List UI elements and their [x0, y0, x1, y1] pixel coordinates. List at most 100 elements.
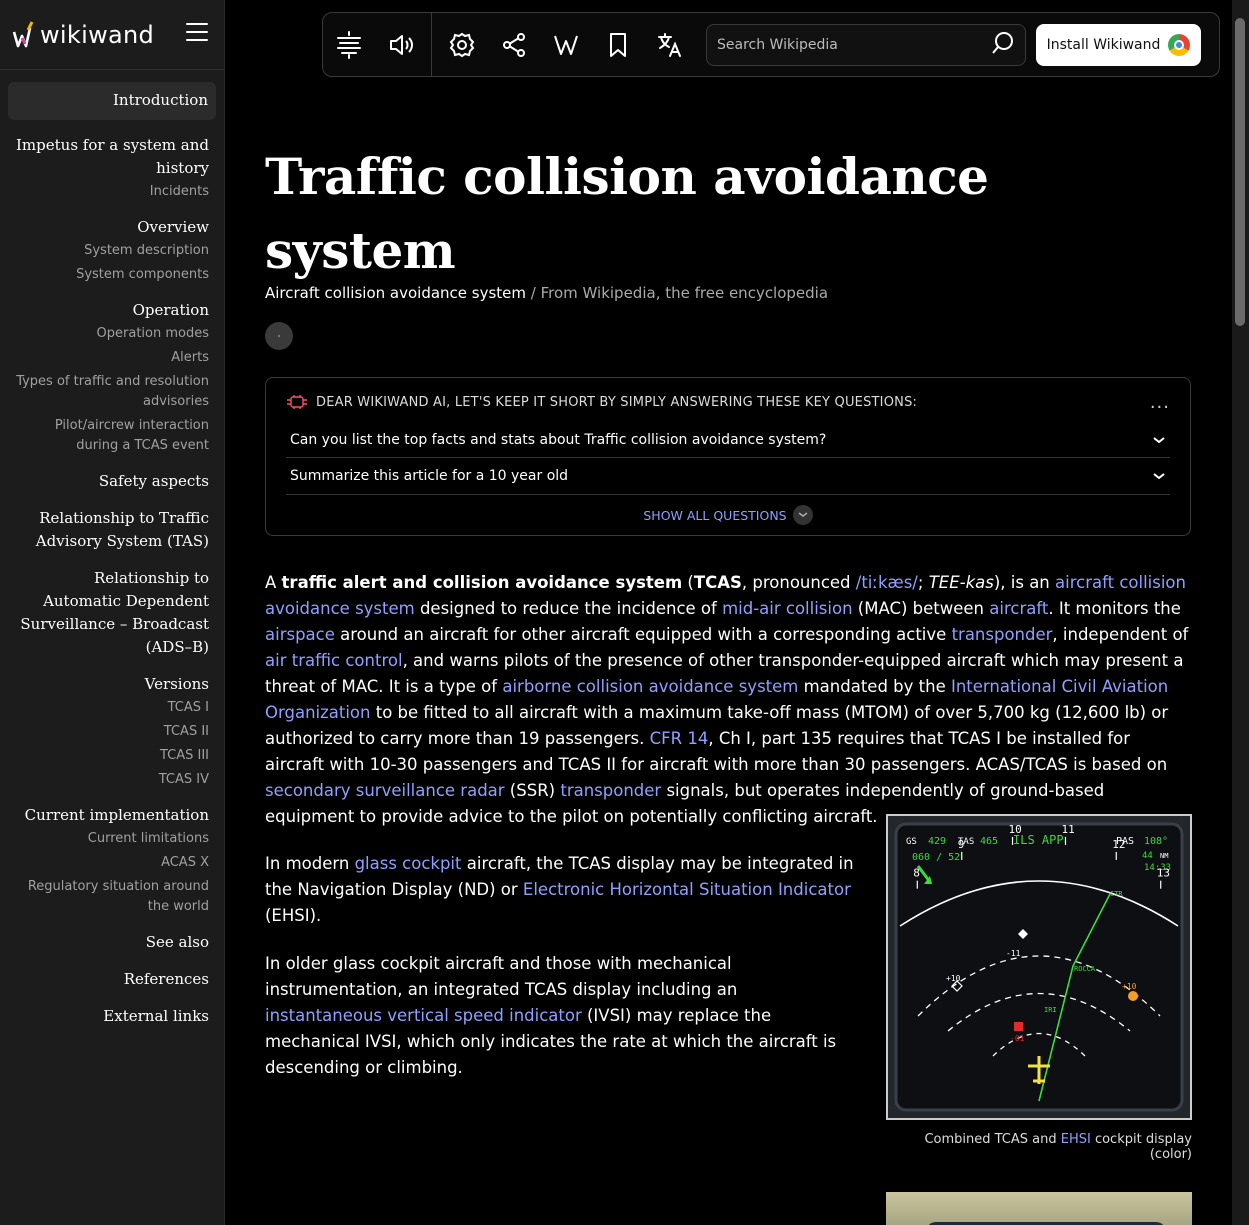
- svg-text:44: 44: [1142, 851, 1153, 861]
- hamburger-menu-icon[interactable]: [186, 23, 208, 43]
- wikiwand-logo-icon[interactable]: [12, 20, 34, 50]
- chevron-down-icon: [1153, 473, 1165, 480]
- figure-column: GS 429 TAS 465 ILS APP PAS 108° 060 / 52…: [886, 814, 1192, 1225]
- article-link[interactable]: mid-air collision: [722, 599, 852, 618]
- toc-section[interactable]: Overview: [8, 216, 216, 239]
- second-figure-image[interactable]: [886, 1192, 1192, 1225]
- toc-subsection[interactable]: Types of traffic and resolution advisori…: [8, 372, 216, 412]
- toc-subsection[interactable]: System components: [8, 265, 216, 285]
- toc-subsection[interactable]: Regulatory situation around the world: [8, 877, 216, 917]
- toc-subsection[interactable]: TCAS II: [8, 722, 216, 742]
- wikipedia-icon[interactable]: [540, 13, 592, 76]
- article-link[interactable]: airspace: [265, 625, 335, 644]
- text-run: (EHSI).: [265, 906, 322, 925]
- article-link[interactable]: glass cockpit: [355, 854, 462, 873]
- article-link[interactable]: CFR 14: [650, 729, 709, 748]
- svg-text:429: 429: [928, 836, 946, 847]
- article-link[interactable]: Electronic Horizontal Situation Indicato…: [523, 880, 851, 899]
- toc-section[interactable]: Versions: [8, 673, 216, 696]
- toc-section[interactable]: Impetus for a system and history: [8, 134, 216, 180]
- article-link[interactable]: /tiːkæs/: [856, 573, 918, 592]
- scrollbar[interactable]: [1232, 0, 1249, 1225]
- svg-text:NM: NM: [1160, 852, 1168, 860]
- toc-section[interactable]: References: [8, 968, 216, 991]
- bold-text: TCAS: [693, 573, 742, 592]
- ai-chip-icon: [287, 395, 307, 409]
- caption-text: Combined TCAS and: [924, 1132, 1061, 1147]
- toc-subsection[interactable]: System description: [8, 241, 216, 261]
- article-link[interactable]: instantaneous vertical speed indicator: [265, 1006, 582, 1025]
- article-link[interactable]: air traffic control: [265, 651, 403, 670]
- toc-subsection[interactable]: TCAS III: [8, 746, 216, 766]
- translate-icon[interactable]: [644, 13, 696, 76]
- toc-section[interactable]: Relationship to Traffic Advisory System …: [8, 507, 216, 553]
- ai-question-item[interactable]: Can you list the top facts and stats abo…: [286, 422, 1170, 458]
- toc-section[interactable]: External links: [8, 1005, 216, 1028]
- subtitle-source: / From Wikipedia, the free encyclopedia: [526, 284, 829, 302]
- svg-text:060 / 52: 060 / 52: [912, 852, 960, 863]
- toc-section[interactable]: Operation: [8, 299, 216, 322]
- ai-questions-header: DEAR WIKIWAND AI, LET'S KEEP IT SHORT BY…: [286, 394, 1170, 410]
- article-link[interactable]: aircraft: [989, 599, 1048, 618]
- search-input[interactable]: [717, 36, 991, 53]
- compass-label: 10: [1009, 823, 1022, 836]
- svg-text:CTR: CTR: [1110, 890, 1123, 898]
- toc-subsection[interactable]: Operation modes: [8, 324, 216, 344]
- logo-text[interactable]: wikiwand: [40, 21, 154, 49]
- toc-subsection[interactable]: Current limitations: [8, 829, 216, 849]
- toc-subsection[interactable]: TCAS IV: [8, 770, 216, 790]
- text-run: ), is an: [993, 573, 1056, 592]
- listen-icon[interactable]: [375, 13, 427, 76]
- caption-link-ehsi[interactable]: EHSI: [1061, 1132, 1091, 1147]
- scrollbar-thumb[interactable]: [1235, 18, 1245, 326]
- article-link[interactable]: airborne collision avoidance system: [502, 677, 798, 696]
- toc-subsection[interactable]: Incidents: [8, 182, 216, 202]
- search-icon[interactable]: [991, 31, 1015, 59]
- text-run: (: [682, 573, 694, 592]
- compass-label: 9: [958, 838, 965, 851]
- bookmark-icon[interactable]: [592, 13, 644, 76]
- toc-subsection[interactable]: Alerts: [8, 348, 216, 368]
- text-run: ;: [917, 573, 929, 592]
- toc-subsection[interactable]: ACAS X: [8, 853, 216, 873]
- settings-icon[interactable]: [436, 13, 488, 76]
- text-run: In older glass cockpit aircraft and thos…: [265, 954, 738, 999]
- toc-section[interactable]: See also: [8, 931, 216, 954]
- install-wikiwand-button[interactable]: Install Wikiwand: [1036, 23, 1201, 66]
- italic-text: TEE-kas: [928, 573, 994, 592]
- ai-question-item[interactable]: Summarize this article for a 10 year old: [286, 458, 1170, 494]
- text-settings-icon[interactable]: [323, 13, 375, 76]
- svg-text:-11: -11: [1006, 949, 1021, 958]
- toc-subsection[interactable]: TCAS I: [8, 698, 216, 718]
- chevron-down-icon: [1153, 436, 1165, 443]
- loading-indicator: [265, 322, 293, 350]
- text-run: , pronounced: [741, 573, 856, 592]
- toc-section[interactable]: Safety aspects: [8, 470, 216, 493]
- article-paragraph: In modern glass cockpit aircraft, the TC…: [265, 851, 855, 929]
- toc-section[interactable]: Introduction: [8, 82, 216, 120]
- chevron-down-icon: [792, 505, 813, 525]
- article-link[interactable]: transponder: [952, 625, 1053, 644]
- toc-subsection[interactable]: Pilot/aircrew interaction during a TCAS …: [8, 416, 216, 456]
- article: Traffic collision avoidance system Aircr…: [265, 140, 1192, 1225]
- article-link[interactable]: secondary surveillance radar: [265, 781, 505, 800]
- bold-text: traffic alert and collision avoidance sy…: [281, 573, 683, 592]
- tcas-display-image[interactable]: GS 429 TAS 465 ILS APP PAS 108° 060 / 52…: [886, 814, 1192, 1120]
- compass-label: 11: [1061, 823, 1074, 836]
- ai-questions-box: DEAR WIKIWAND AI, LET'S KEEP IT SHORT BY…: [265, 377, 1191, 536]
- text-run: , independent of: [1052, 625, 1189, 644]
- ai-question-text: Can you list the top facts and stats abo…: [290, 431, 827, 448]
- text-run: designed to reduce the incidence of: [414, 599, 723, 618]
- toc-section[interactable]: Current implementation: [8, 804, 216, 827]
- caption-text: cockpit display (color): [1090, 1132, 1192, 1162]
- share-icon[interactable]: [488, 13, 540, 76]
- toc-section[interactable]: Relationship to Automatic Dependent Surv…: [8, 567, 216, 659]
- svg-text:108°: 108°: [1144, 836, 1168, 847]
- article-paragraph: In older glass cockpit aircraft and thos…: [265, 951, 855, 1081]
- more-options-icon[interactable]: ...: [1150, 392, 1170, 413]
- show-all-questions-button[interactable]: SHOW ALL QUESTIONS: [286, 505, 1170, 525]
- article-link[interactable]: transponder: [560, 781, 661, 800]
- show-all-label: SHOW ALL QUESTIONS: [643, 507, 787, 523]
- compass-label: 8: [913, 867, 920, 880]
- page-subtitle: Aircraft collision avoidance system / Fr…: [265, 284, 1191, 302]
